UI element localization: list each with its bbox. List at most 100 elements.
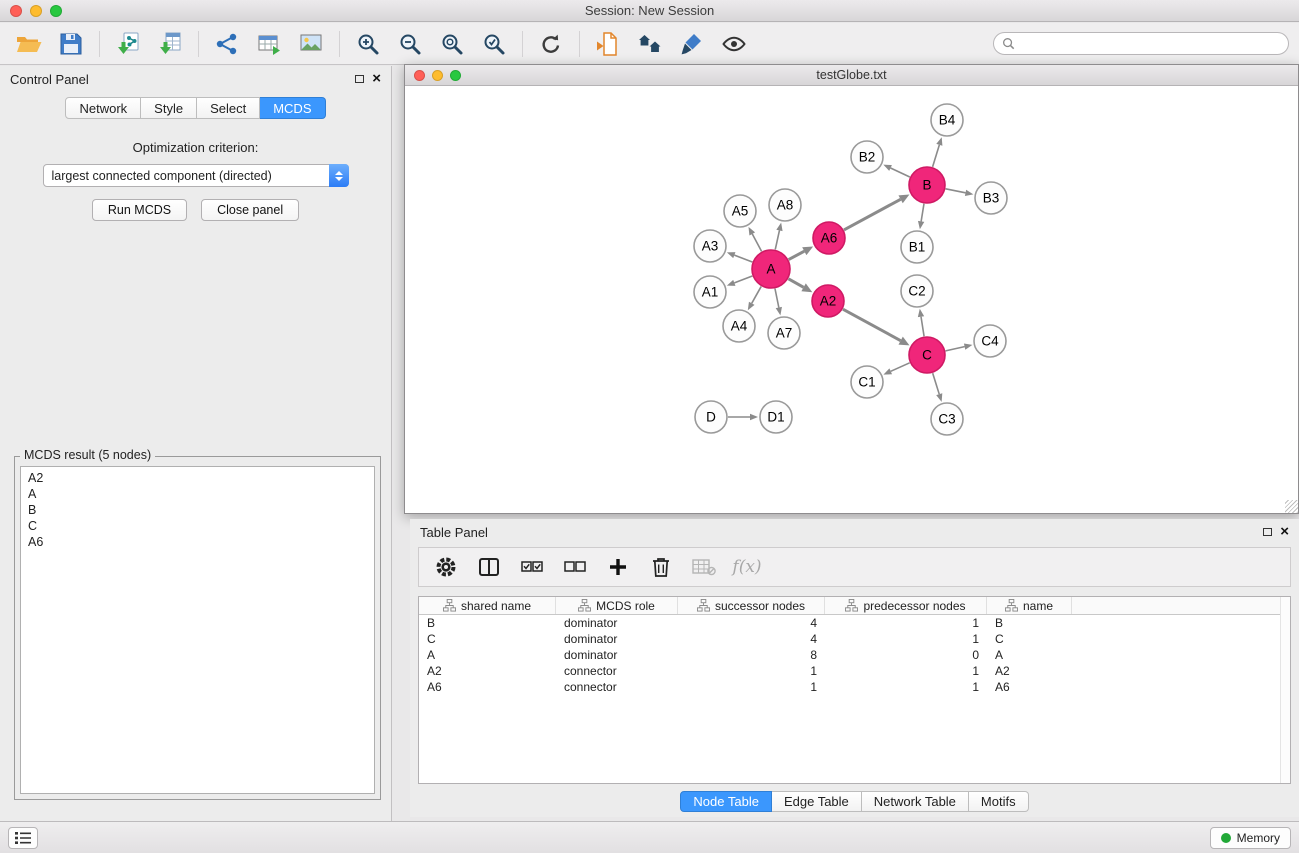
style-brush-button[interactable] (671, 27, 713, 61)
edge-B-B1[interactable] (921, 204, 924, 222)
edge-C-C3[interactable] (933, 373, 940, 394)
close-window-button[interactable] (10, 5, 22, 17)
node-A7[interactable]: A7 (768, 317, 800, 349)
node-D1[interactable]: D1 (760, 401, 792, 433)
table-row-c[interactable]: Cdominator41C (419, 631, 1290, 647)
cell-mcds-role[interactable]: dominator (556, 632, 678, 646)
cell-name[interactable]: C (987, 632, 1072, 646)
zoom-in-button[interactable] (347, 27, 389, 61)
node-B1[interactable]: B1 (901, 231, 933, 263)
cell-successor-nodes[interactable]: 1 (678, 680, 825, 694)
network-zoom-button[interactable] (450, 70, 461, 81)
create-column-button[interactable] (605, 554, 631, 580)
node-A1[interactable]: A1 (694, 276, 726, 308)
float-panel-icon[interactable] (355, 75, 364, 83)
tab-select[interactable]: Select (197, 97, 260, 119)
global-search-box[interactable] (993, 32, 1289, 55)
node-C4[interactable]: C4 (974, 325, 1006, 357)
edge-A-A6[interactable] (789, 251, 805, 259)
select-all-button[interactable] (519, 554, 545, 580)
cell-name[interactable]: A6 (987, 680, 1072, 694)
node-C1[interactable]: C1 (851, 366, 883, 398)
node-A8[interactable]: A8 (769, 189, 801, 221)
mcds-result-list[interactable]: A2ABCA6 (20, 466, 375, 794)
edge-A-A4[interactable] (752, 286, 761, 303)
edge-A-A7[interactable] (775, 289, 779, 308)
edge-A-A2[interactable] (788, 279, 803, 288)
result-item-a2[interactable]: A2 (28, 470, 367, 486)
tab-mcds[interactable]: MCDS (260, 97, 325, 119)
edge-A2-C[interactable] (843, 309, 901, 340)
network-close-button[interactable] (414, 70, 425, 81)
edge-B-B4[interactable] (933, 145, 940, 167)
cell-mcds-role[interactable]: dominator (556, 616, 678, 630)
open-session-button[interactable] (8, 27, 50, 61)
network-canvas[interactable]: B4B2BB3A5A8A6B1A3AC2A1A2A4A7C4CC1C3DD1 (405, 87, 1298, 513)
close-table-panel-icon[interactable]: × (1280, 526, 1289, 538)
node-C[interactable]: C (909, 337, 945, 373)
edge-C-C1[interactable] (891, 363, 910, 372)
edge-B-B3[interactable] (946, 189, 966, 193)
tab-network-table[interactable]: Network Table (862, 791, 969, 812)
cell-shared-name[interactable]: B (419, 616, 556, 630)
cell-predecessor-nodes[interactable]: 0 (825, 648, 987, 662)
edge-C-C4[interactable] (946, 347, 965, 351)
show-hide-button[interactable] (713, 27, 755, 61)
cell-mcds-role[interactable]: connector (556, 680, 678, 694)
edge-A6-B[interactable] (844, 199, 901, 230)
criterion-dropdown[interactable]: largest connected component (directed) (43, 164, 349, 187)
result-item-a[interactable]: A (28, 486, 367, 502)
tab-style[interactable]: Style (141, 97, 197, 119)
edge-A-A1[interactable] (734, 276, 752, 283)
deselect-all-button[interactable] (562, 554, 588, 580)
column-header-mcds-role[interactable]: MCDS role (556, 597, 678, 614)
home-button[interactable] (629, 27, 671, 61)
tab-motifs[interactable]: Motifs (969, 791, 1029, 812)
node-A3[interactable]: A3 (694, 230, 726, 262)
node-A6[interactable]: A6 (813, 222, 845, 254)
close-panel-icon[interactable]: × (372, 73, 381, 85)
float-table-panel-icon[interactable] (1263, 528, 1272, 536)
edge-A-A3[interactable] (734, 255, 752, 262)
cell-successor-nodes[interactable]: 4 (678, 616, 825, 630)
edge-C-C2[interactable] (921, 317, 924, 337)
zoom-fit-button[interactable] (431, 27, 473, 61)
cell-name[interactable]: A (987, 648, 1072, 662)
import-table-button[interactable] (248, 27, 290, 61)
node-B[interactable]: B (909, 167, 945, 203)
network-graph[interactable]: B4B2BB3A5A8A6B1A3AC2A1A2A4A7C4CC1C3DD1 (405, 87, 1298, 513)
cell-predecessor-nodes[interactable]: 1 (825, 680, 987, 694)
table-row-a6[interactable]: A6connector11A6 (419, 679, 1290, 695)
delete-column-button[interactable] (648, 554, 674, 580)
result-item-c[interactable]: C (28, 518, 367, 534)
node-B4[interactable]: B4 (931, 104, 963, 136)
task-history-button[interactable] (8, 827, 38, 849)
zoom-window-button[interactable] (50, 5, 62, 17)
node-A5[interactable]: A5 (724, 195, 756, 227)
table-row-a2[interactable]: A2connector11A2 (419, 663, 1290, 679)
edge-A-A5[interactable] (752, 234, 761, 251)
cell-mcds-role[interactable]: dominator (556, 648, 678, 662)
zoom-out-button[interactable] (389, 27, 431, 61)
edge-A-A8[interactable] (775, 230, 779, 249)
network-window-titlebar[interactable]: testGlobe.txt (405, 65, 1298, 86)
table-scrollbar[interactable] (1280, 597, 1290, 783)
save-session-button[interactable] (50, 27, 92, 61)
cell-shared-name[interactable]: A2 (419, 664, 556, 678)
cell-mcds-role[interactable]: connector (556, 664, 678, 678)
document-export-button[interactable] (587, 27, 629, 61)
run-mcds-button[interactable]: Run MCDS (92, 199, 187, 221)
cell-predecessor-nodes[interactable]: 1 (825, 632, 987, 646)
zoom-selected-button[interactable] (473, 27, 515, 61)
cell-predecessor-nodes[interactable]: 1 (825, 616, 987, 630)
node-D[interactable]: D (695, 401, 727, 433)
cell-name[interactable]: A2 (987, 664, 1072, 678)
cell-successor-nodes[interactable]: 1 (678, 664, 825, 678)
show-columns-button[interactable] (476, 554, 502, 580)
node-C2[interactable]: C2 (901, 275, 933, 307)
resize-handle[interactable] (1285, 500, 1298, 513)
column-header-successor-nodes[interactable]: successor nodes (678, 597, 825, 614)
column-header-shared-name[interactable]: shared name (419, 597, 556, 614)
import-table-file-button[interactable] (149, 27, 191, 61)
node-A4[interactable]: A4 (723, 310, 755, 342)
